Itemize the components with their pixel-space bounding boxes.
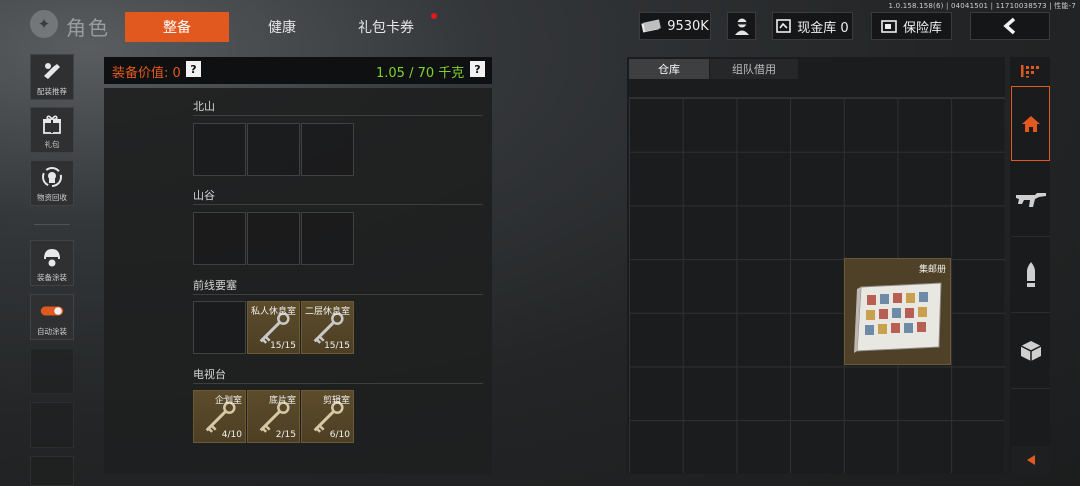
version-info: 1.0.158.158(6) | 04041501 | 11710038573 … xyxy=(888,2,1076,10)
sort-filter-button[interactable] xyxy=(1011,58,1050,84)
section-title: 电视台 xyxy=(193,368,226,381)
soldier-icon xyxy=(734,18,749,35)
key-name: 私人休息室 xyxy=(250,307,296,317)
key-slot-empty[interactable] xyxy=(301,212,354,265)
game-logo-icon: ✦ xyxy=(30,10,58,38)
sort-icon xyxy=(1020,65,1039,78)
key-name: 企划室 xyxy=(214,396,242,406)
gift-button[interactable]: 礼包 xyxy=(30,107,74,153)
money-display[interactable]: 9530K xyxy=(639,12,711,40)
gift-icon xyxy=(40,112,64,136)
home-icon xyxy=(1021,115,1040,132)
tab-health-label: 健康 xyxy=(268,20,296,36)
weight-capacity: 1.05 / 70 千克 xyxy=(376,66,465,81)
sidebar-label: 装备涂装 xyxy=(37,273,67,282)
recycle-icon xyxy=(40,165,64,189)
section-title: 前线要塞 xyxy=(193,279,237,292)
weight-help-button[interactable]: ? xyxy=(470,61,485,77)
sidebar-label: 配装推荐 xyxy=(37,87,67,96)
loadout-recommend-button[interactable]: 配装推荐 xyxy=(30,54,74,100)
sidebar-divider xyxy=(34,224,70,225)
sidebar-label: 物资回收 xyxy=(37,193,67,202)
page-title: 角色 xyxy=(66,16,110,40)
category-supplies-button[interactable] xyxy=(1011,314,1050,389)
key-item[interactable]: 企划室 4/10 xyxy=(193,390,246,443)
key-item[interactable]: 剪辑室 6/10 xyxy=(301,390,354,443)
sidebar-label: 礼包 xyxy=(44,140,60,149)
cash-icon xyxy=(641,19,662,33)
category-weapons-button[interactable] xyxy=(1011,162,1050,237)
toggle-icon xyxy=(40,299,64,323)
key-durability: 15/15 xyxy=(324,341,350,351)
equipment-skin-button[interactable]: 装备涂装 xyxy=(30,240,74,286)
key-durability: 6/10 xyxy=(329,430,350,440)
key-item[interactable]: 底片室 2/15 xyxy=(247,390,300,443)
value-help-button[interactable]: ? xyxy=(186,61,201,77)
triangle-left-icon xyxy=(1026,455,1035,465)
cash-storage-button[interactable]: 现金库 0 xyxy=(772,12,853,40)
safe-label: 保险库 xyxy=(902,20,942,36)
tab-storage-label: 仓库 xyxy=(658,63,680,76)
key-slot-empty[interactable] xyxy=(193,301,246,354)
back-button[interactable] xyxy=(970,12,1050,40)
empty-sidebar-slot xyxy=(30,402,74,448)
key-name: 二层休息室 xyxy=(304,307,350,317)
section-divider xyxy=(193,115,483,116)
key-item[interactable]: 私人休息室 15/15 xyxy=(247,301,300,354)
tab-team-borrow[interactable]: 组队借用 xyxy=(710,59,798,79)
section-divider xyxy=(193,204,483,205)
cash-storage-icon xyxy=(776,19,792,33)
sidebar-label: 自动涂装 xyxy=(37,327,67,336)
helmet-icon xyxy=(40,245,64,269)
tab-storage[interactable]: 仓库 xyxy=(629,59,709,79)
key-durability: 4/10 xyxy=(221,430,242,440)
section-divider xyxy=(193,383,483,384)
tab-equipment[interactable]: 整备 xyxy=(125,12,229,42)
category-all-button[interactable] xyxy=(1011,86,1050,161)
key-slot-empty[interactable] xyxy=(301,123,354,176)
key-name: 剪辑室 xyxy=(322,396,350,406)
section-divider xyxy=(193,294,483,295)
box-icon xyxy=(1020,341,1041,361)
tab-health[interactable]: 健康 xyxy=(230,12,334,42)
key-slot-empty[interactable] xyxy=(247,212,300,265)
tab-team-label: 组队借用 xyxy=(732,63,776,76)
tab-gift-label: 礼包卡券 xyxy=(358,20,414,36)
auto-skin-toggle[interactable]: 自动涂装 xyxy=(30,294,74,340)
key-name: 底片室 xyxy=(268,396,296,406)
rifle-icon xyxy=(1015,193,1046,207)
category-ammo-button[interactable] xyxy=(1011,238,1050,313)
key-durability: 2/15 xyxy=(275,430,296,440)
key-durability: 15/15 xyxy=(270,341,296,351)
empty-sidebar-slot xyxy=(30,348,74,394)
key-slot-empty[interactable] xyxy=(247,123,300,176)
ammo-icon xyxy=(1026,262,1035,287)
character-avatar-button[interactable] xyxy=(727,12,756,40)
empty-sidebar-slot xyxy=(30,456,74,486)
key-slot-empty[interactable] xyxy=(193,212,246,265)
stamp-album-icon xyxy=(854,282,942,353)
tab-gift-coupons[interactable]: 礼包卡券 xyxy=(334,12,438,42)
collapse-button[interactable] xyxy=(1011,446,1050,474)
key-slot-empty[interactable] xyxy=(193,123,246,176)
storage-item[interactable]: 集邮册 xyxy=(844,258,951,365)
material-recycle-button[interactable]: 物资回收 xyxy=(30,160,74,206)
equipment-value: 装备价值: 0 xyxy=(112,66,181,81)
tab-equipment-label: 整备 xyxy=(163,20,191,36)
notification-dot xyxy=(431,13,437,19)
section-title: 北山 xyxy=(193,100,215,113)
key-item[interactable]: 二层休息室 15/15 xyxy=(301,301,354,354)
safe-icon xyxy=(881,19,897,33)
section-title: 山谷 xyxy=(193,189,215,202)
chevron-left-icon xyxy=(1003,17,1016,35)
safe-button[interactable]: 保险库 xyxy=(871,12,952,40)
cash-storage-label: 现金库 0 xyxy=(797,20,849,36)
rifle-scope-icon xyxy=(40,59,64,83)
money-amount: 9530K xyxy=(667,18,709,34)
